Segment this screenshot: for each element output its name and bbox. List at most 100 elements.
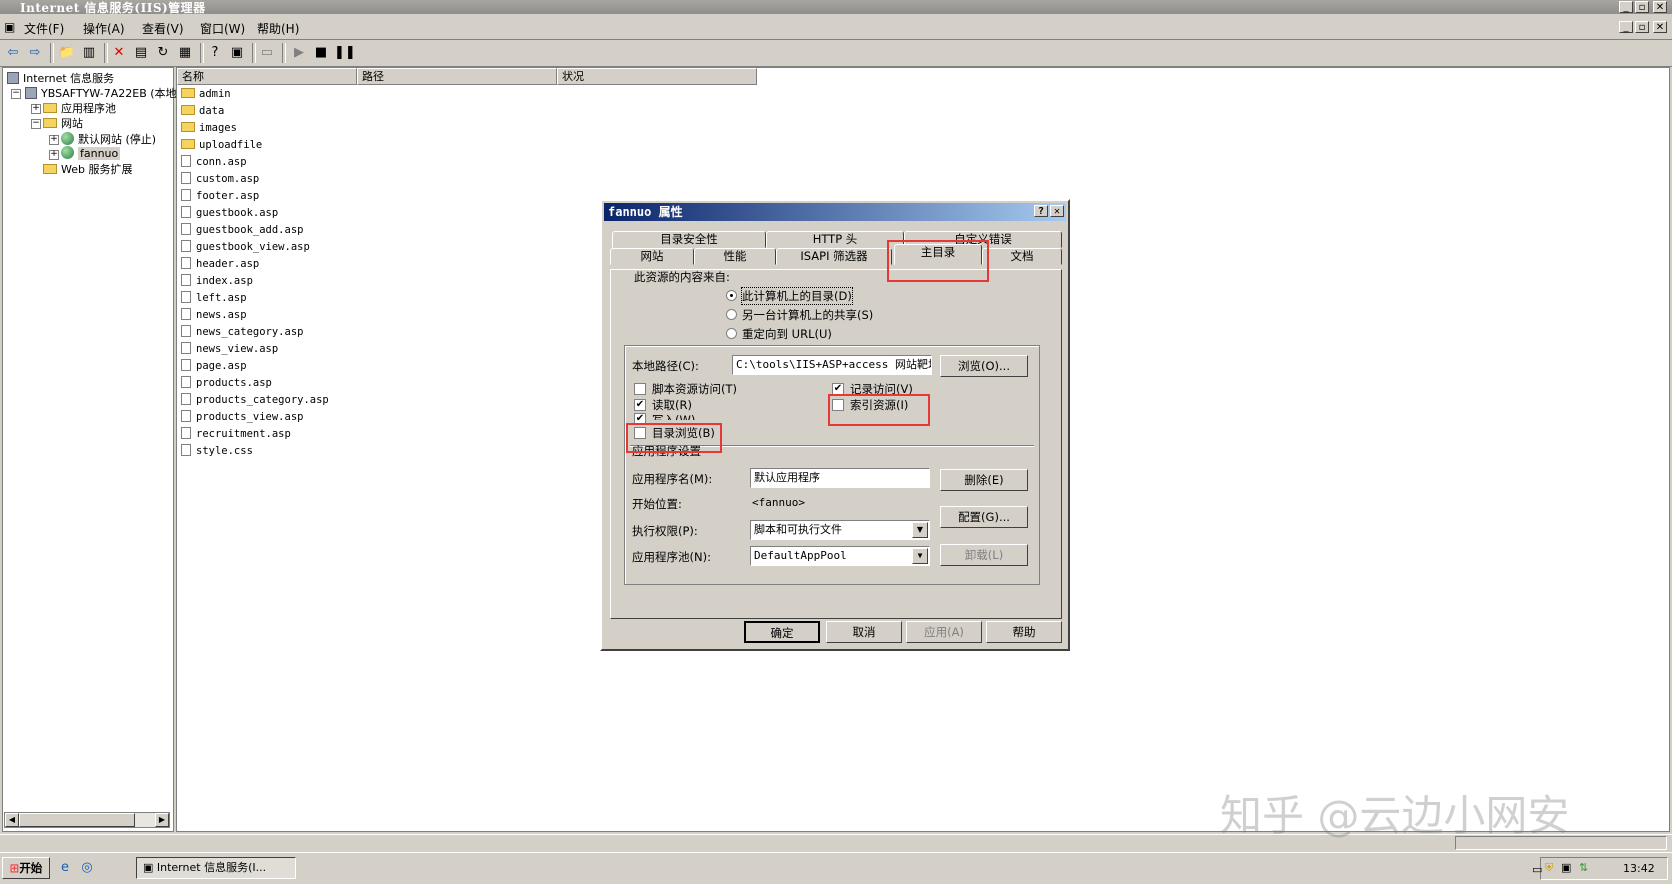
forward-icon[interactable]: ⇨ <box>26 44 44 62</box>
configure-button[interactable]: 配置(G)... <box>940 506 1028 528</box>
tab-website[interactable]: 网站 <box>610 248 694 265</box>
child-restore-button[interactable]: ▫ <box>1635 21 1649 33</box>
list-item[interactable]: guestbook_add.asp <box>181 222 303 238</box>
tab-http-headers[interactable]: HTTP 头 <box>766 231 904 248</box>
scroll-thumb[interactable] <box>19 813 135 827</box>
list-item[interactable]: images <box>181 120 237 136</box>
back-icon[interactable]: ⇦ <box>4 44 22 62</box>
tree-app-pools[interactable]: 应用程序池 <box>43 100 116 116</box>
delete-icon[interactable]: ✕ <box>110 44 128 62</box>
child-minimize-button[interactable]: _ <box>1619 21 1633 33</box>
restore-button[interactable]: ▫ <box>1635 1 1649 13</box>
close-button[interactable]: ✕ <box>1653 1 1667 13</box>
minimize-button[interactable]: _ <box>1619 1 1633 13</box>
tree-fannuo[interactable]: fannuo <box>61 146 121 160</box>
properties-icon[interactable]: ▤ <box>132 44 150 62</box>
scroll-left-icon[interactable]: ◀ <box>5 813 19 827</box>
tree-root[interactable]: Internet 信息服务 <box>7 70 114 86</box>
list-item[interactable]: index.asp <box>181 273 253 289</box>
checkbox-read[interactable]: ✔ <box>634 399 646 411</box>
app-pool-select[interactable]: DefaultAppPool ▼ <box>750 546 930 566</box>
checkbox-script-access[interactable] <box>634 383 646 395</box>
tree-default-site[interactable]: 默认网站 (停止) <box>61 131 156 147</box>
menu-view[interactable]: 查看(V) <box>142 20 184 37</box>
menu-file[interactable]: 文件(F) <box>24 20 64 37</box>
list-item[interactable]: uploadfile <box>181 137 262 153</box>
radio-redirect-url[interactable] <box>726 328 737 339</box>
list-item[interactable]: products_view.asp <box>181 409 303 425</box>
cancel-button[interactable]: 取消 <box>826 621 902 643</box>
list-item[interactable]: custom.asp <box>181 171 259 187</box>
dropdown-arrow-icon[interactable]: ▼ <box>912 548 928 564</box>
tray-network-icon[interactable]: ▭ <box>1532 863 1542 876</box>
remove-button[interactable]: 删除(E) <box>940 469 1028 491</box>
console-icon[interactable]: ▣ <box>228 44 246 62</box>
help-button[interactable]: 帮助 <box>986 621 1062 643</box>
tab-performance[interactable]: 性能 <box>694 248 776 265</box>
list-item[interactable]: products_category.asp <box>181 392 329 408</box>
list-item[interactable]: news.asp <box>181 307 247 323</box>
child-close-button[interactable]: ✕ <box>1653 21 1667 33</box>
radio-network-share[interactable] <box>726 309 737 320</box>
local-path-input[interactable]: C:\tools\IIS+ASP+access 网站靶场\ <box>732 355 932 375</box>
network-icon[interactable]: ⇅ <box>1579 861 1588 874</box>
tree-server[interactable]: YBSAFTYW-7A22EB (本地计 <box>25 85 188 101</box>
show-tree-icon[interactable]: ▥ <box>80 44 98 62</box>
start-button[interactable]: ⊞开始 <box>2 857 50 879</box>
radio-local-directory[interactable] <box>726 290 737 301</box>
tree-collapse-server[interactable]: − <box>11 89 21 99</box>
dropdown-arrow-icon[interactable]: ▼ <box>912 522 928 538</box>
tree-collapse-websites[interactable]: − <box>31 119 41 129</box>
taskbar-task-iis[interactable]: ▣ Internet 信息服务(I... <box>136 857 296 879</box>
tree-web-extensions[interactable]: Web 服务扩展 <box>43 161 132 177</box>
list-item[interactable]: news_view.asp <box>181 341 278 357</box>
apply-button[interactable]: 应用(A) <box>906 621 982 643</box>
pause-icon[interactable]: ❚❚ <box>334 44 356 62</box>
monitor-icon[interactable]: ▣ <box>1561 861 1571 874</box>
exec-permission-select[interactable]: 脚本和可执行文件 ▼ <box>750 520 930 540</box>
tab-isapi-filters[interactable]: ISAPI 筛选器 <box>776 248 892 265</box>
stop-icon[interactable]: ■ <box>312 44 330 62</box>
security-icon[interactable]: ⛨ <box>1545 861 1553 875</box>
export-icon[interactable]: ▦ <box>176 44 194 62</box>
list-item[interactable]: guestbook_view.asp <box>181 239 310 255</box>
menu-help[interactable]: 帮助(H) <box>257 20 299 37</box>
list-item[interactable]: left.asp <box>181 290 247 306</box>
tree-websites[interactable]: 网站 <box>43 115 83 131</box>
up-folder-icon[interactable]: 📁 <box>58 44 76 62</box>
refresh-icon[interactable]: ↻ <box>154 44 172 62</box>
list-item[interactable]: recruitment.asp <box>181 426 291 442</box>
browse-button[interactable]: 浏览(O)... <box>940 355 1028 377</box>
list-item[interactable]: products.asp <box>181 375 272 391</box>
quicklaunch-icon[interactable]: ◎ <box>78 859 96 877</box>
scroll-right-icon[interactable]: ▶ <box>155 813 169 827</box>
list-item[interactable]: footer.asp <box>181 188 259 204</box>
list-item[interactable]: data <box>181 103 224 119</box>
computer-icon[interactable]: ▭ <box>258 44 276 62</box>
tab-directory-security[interactable]: 目录安全性 <box>612 231 766 248</box>
unload-button[interactable]: 卸载(L) <box>940 544 1028 566</box>
help-icon[interactable]: ? <box>206 44 224 62</box>
list-item[interactable]: style.css <box>181 443 253 459</box>
column-status[interactable]: 状况 <box>557 68 757 85</box>
list-item[interactable]: guestbook.asp <box>181 205 278 221</box>
list-item[interactable]: news_category.asp <box>181 324 303 340</box>
list-item[interactable]: header.asp <box>181 256 259 272</box>
app-name-input[interactable]: 默认应用程序 <box>750 468 930 488</box>
list-item[interactable]: page.asp <box>181 358 247 374</box>
tree-expand-apppools[interactable]: + <box>31 104 41 114</box>
tree-hscrollbar[interactable]: ◀ ▶ <box>4 812 170 828</box>
tab-documents[interactable]: 文档 <box>982 248 1062 265</box>
column-path[interactable]: 路径 <box>357 68 557 85</box>
tree-expand-default[interactable]: + <box>49 135 59 145</box>
menu-action[interactable]: 操作(A) <box>83 20 125 37</box>
ie-icon[interactable]: e <box>56 859 74 877</box>
list-item[interactable]: conn.asp <box>181 154 247 170</box>
tree-expand-fannuo[interactable]: + <box>49 150 59 160</box>
ok-button[interactable]: 确定 <box>744 621 820 643</box>
column-name[interactable]: 名称 <box>177 68 357 85</box>
list-item[interactable]: admin <box>181 86 231 102</box>
dialog-close-icon[interactable]: ✕ <box>1050 205 1064 217</box>
menu-window[interactable]: 窗口(W) <box>200 20 245 37</box>
dialog-help-icon[interactable]: ? <box>1034 205 1048 217</box>
